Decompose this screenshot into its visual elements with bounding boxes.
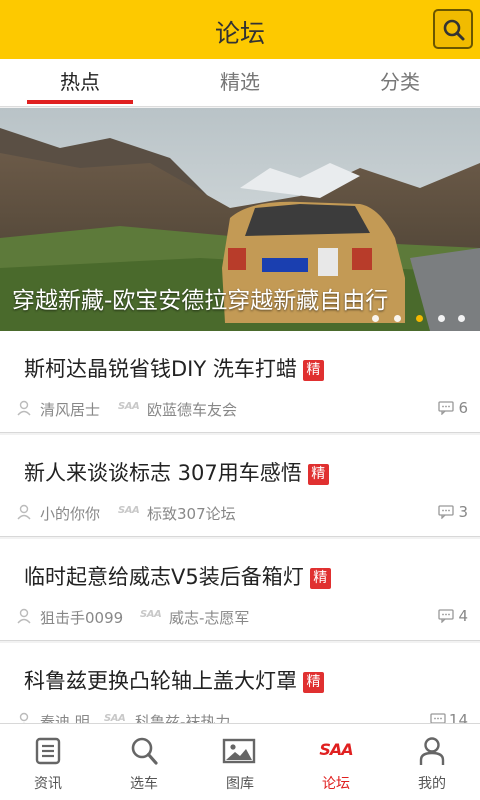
active-tab-indicator [27, 100, 133, 104]
comment-icon [438, 505, 454, 519]
featured-badge: 精 [307, 464, 329, 485]
news-icon [35, 737, 61, 765]
bottom-tab-bar: 资讯 选车 图库 SAA 论坛 我的 [0, 723, 480, 800]
post-title-text: 斯柯达晶锐省钱DIY 洗车打蜡 [24, 357, 297, 381]
gallery-icon [222, 738, 256, 764]
post-title-text: 新人来谈谈标志 307用车感悟 [24, 461, 302, 485]
carousel-dot-active [416, 315, 423, 322]
featured-badge: 精 [303, 672, 324, 693]
comment-count: 3 [458, 503, 468, 521]
post-title-text: 临时起意给威志V5装后备箱灯 [24, 565, 304, 589]
comment-icon [430, 713, 446, 723]
post-meta: 小的你你 SAA 标致307论坛 3 [16, 503, 468, 523]
user-icon [17, 608, 31, 624]
comment-icon [438, 401, 454, 415]
search-icon [443, 19, 465, 41]
post-meta: 清风居士 SAA 欧蓝德车友会 6 [16, 399, 468, 419]
post-list: 斯柯达晶锐省钱DIY 洗车打蜡精 清风居士 SAA 欧蓝德车友会 6 新人来谈谈… [0, 331, 480, 723]
club-logo-icon: SAA [104, 713, 126, 723]
tab-news[interactable]: 资讯 [0, 724, 96, 800]
club-logo-icon: SAA [118, 505, 140, 516]
app-screen: 论坛 热点 精选 分类 穿越新藏-欧宝安德拉穿越新藏自由行 斯柯达晶锐省钱DIY… [0, 0, 480, 800]
tab-gallery-label: 图库 [226, 776, 254, 792]
post-author: 秦迪 明 [40, 713, 90, 723]
comment-count: 14 [448, 711, 468, 723]
post-title: 新人来谈谈标志 307用车感悟精 [24, 457, 329, 487]
carousel-dot [458, 315, 465, 322]
post-club[interactable]: 科鲁兹-袜热力 [135, 711, 230, 723]
post-title: 临时起意给威志V5装后备箱灯精 [24, 561, 331, 591]
carousel-dot [438, 315, 445, 322]
search-button[interactable] [433, 9, 473, 49]
tab-profile-label: 我的 [418, 776, 446, 792]
user-icon [17, 400, 31, 416]
post-item[interactable]: 新人来谈谈标志 307用车感悟精 小的你你 SAA 标致307论坛 3 [0, 435, 480, 537]
tab-profile[interactable]: 我的 [384, 724, 480, 800]
tab-gallery[interactable]: 图库 [192, 724, 288, 800]
search-car-icon [131, 737, 158, 765]
comment-count: 4 [458, 607, 468, 625]
post-item[interactable]: 科鲁兹更换凸轮轴上盖大灯罩精 秦迪 明 SAA 科鲁兹-袜热力 14 [0, 643, 480, 723]
tab-categories[interactable]: 分类 [320, 59, 480, 107]
tab-forum-label: 论坛 [322, 776, 350, 792]
page-title: 论坛 [214, 19, 265, 48]
club-logo-icon: SAA [140, 609, 162, 620]
user-icon [19, 712, 29, 723]
post-club[interactable]: 威志-志愿军 [169, 607, 249, 628]
post-author: 清风居士 [40, 401, 101, 419]
carousel-dot [394, 315, 401, 322]
post-author: 狙击手0099 [40, 609, 124, 627]
saa-forum-icon: SAA [319, 740, 353, 759]
banner-caption[interactable]: 穿越新藏-欧宝安德拉穿越新藏自由行 [12, 281, 388, 315]
tab-car-search-label: 选车 [130, 776, 158, 792]
post-meta: 秦迪 明 SAA 科鲁兹-袜热力 14 [16, 711, 468, 723]
post-title: 斯柯达晶锐省钱DIY 洗车打蜡精 [24, 353, 324, 383]
tab-featured[interactable]: 精选 [160, 59, 320, 107]
tab-news-label: 资讯 [34, 776, 62, 792]
tab-forum[interactable]: SAA 论坛 [288, 724, 384, 800]
comment-count: 6 [458, 399, 468, 417]
profile-icon [419, 737, 445, 765]
user-icon [17, 504, 31, 520]
post-title-text: 科鲁兹更换凸轮轴上盖大灯罩 [24, 669, 297, 693]
post-club[interactable]: 欧蓝德车友会 [147, 399, 237, 420]
featured-badge: 精 [302, 360, 324, 381]
post-item[interactable]: 临时起意给威志V5装后备箱灯精 狙击手0099 SAA 威志-志愿军 4 [0, 539, 480, 641]
post-item[interactable]: 斯柯达晶锐省钱DIY 洗车打蜡精 清风居士 SAA 欧蓝德车友会 6 [0, 331, 480, 433]
featured-badge: 精 [309, 568, 331, 589]
comment-icon [438, 609, 454, 623]
carousel-dot [372, 315, 379, 322]
tab-car-search[interactable]: 选车 [96, 724, 192, 800]
post-club[interactable]: 标致307论坛 [147, 503, 236, 524]
post-author: 小的你你 [40, 505, 101, 523]
post-title: 科鲁兹更换凸轮轴上盖大灯罩精 [24, 665, 324, 695]
post-meta: 狙击手0099 SAA 威志-志愿军 4 [16, 607, 468, 627]
top-header: 论坛 [0, 0, 480, 59]
club-logo-icon: SAA [118, 401, 140, 412]
